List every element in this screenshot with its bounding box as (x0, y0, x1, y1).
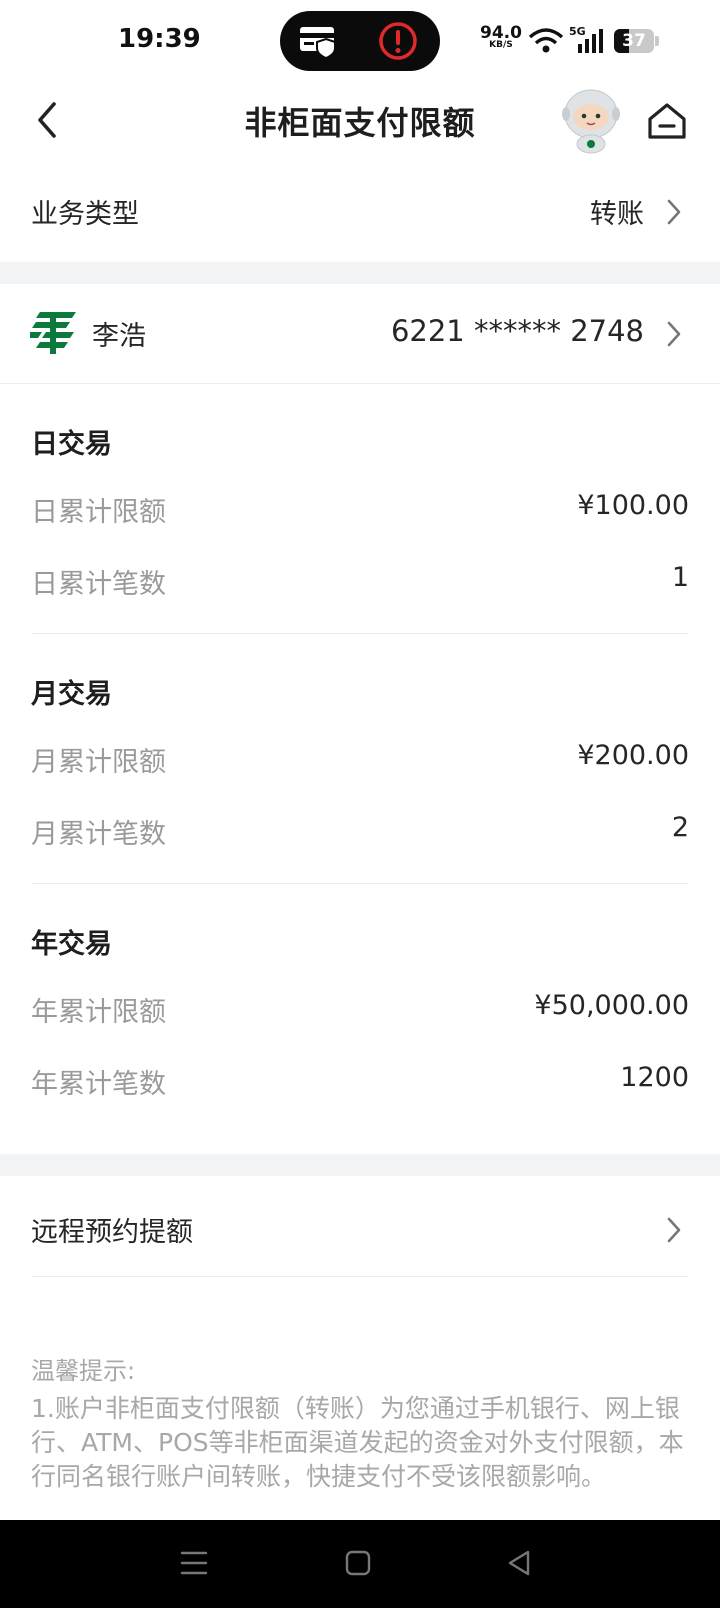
daily-limit-label: 日累计限额 (31, 497, 166, 528)
yearly-count-label: 年累计笔数 (31, 1069, 166, 1100)
business-type-label: 业务类型 (31, 199, 139, 230)
tips-title: 温馨提示: (31, 1357, 136, 1385)
remote-limit-increase-label: 远程预约提额 (31, 1217, 193, 1248)
status-bar: 19:39 94.0 KB/S 5G 37 (0, 0, 720, 82)
daily-limit-value: ¥100.00 (577, 490, 689, 521)
divider (0, 383, 720, 384)
yearly-count-value: 1200 (620, 1062, 689, 1093)
section-gap (0, 1154, 720, 1176)
monthly-count-label: 月累计笔数 (31, 819, 166, 850)
monthly-limit-value: ¥200.00 (577, 740, 689, 771)
yearly-section-title: 年交易 (31, 929, 112, 960)
signal-icon (578, 29, 603, 53)
monthly-limit-label: 月累计限额 (31, 747, 166, 778)
network-speed: 94.0 KB/S (480, 25, 522, 51)
section-gap (0, 262, 720, 284)
chevron-right-icon (667, 1217, 681, 1243)
yearly-limit-label: 年累计限额 (31, 997, 166, 1028)
tips-body: 1.账户非柜面支付限额（转账）为您通过手机银行、网上银行、ATM、POS等非柜面… (31, 1394, 684, 1491)
account-holder-name: 李浩 (92, 321, 146, 352)
wifi-icon (528, 28, 564, 53)
system-nav-bar (0, 1520, 720, 1608)
monthly-count-value: 2 (671, 812, 689, 843)
monthly-section-title: 月交易 (31, 679, 112, 710)
account-row[interactable]: 李浩 6221 ****** 2748 (0, 284, 720, 382)
yearly-limit-value: ¥50,000.00 (534, 990, 689, 1021)
battery-icon: 37 (614, 29, 654, 53)
daily-count-value: 1 (671, 562, 689, 593)
battery-level: 37 (622, 31, 646, 51)
square-icon[interactable] (345, 1550, 371, 1576)
divider (31, 883, 689, 884)
card-number: 6221 ****** 2748 (390, 314, 644, 348)
daily-count-label: 日累计笔数 (31, 569, 166, 600)
postal-bank-logo-icon (30, 312, 76, 354)
card-shield-icon (300, 27, 336, 59)
home-icon[interactable] (646, 100, 688, 142)
chevron-right-icon (667, 199, 681, 225)
chevron-right-icon (667, 321, 681, 347)
alert-icon (379, 22, 417, 60)
robot-mascot-icon[interactable] (556, 84, 626, 154)
dynamic-island[interactable] (280, 11, 440, 71)
business-type-row[interactable]: 业务类型 转账 (0, 170, 720, 256)
divider (31, 1276, 689, 1277)
menu-icon[interactable] (180, 1550, 208, 1576)
daily-section-title: 日交易 (31, 429, 112, 460)
remote-limit-increase-row[interactable]: 远程预约提额 (0, 1176, 720, 1276)
triangle-back-icon[interactable] (506, 1549, 532, 1577)
business-type-value: 转账 (590, 199, 644, 230)
status-time: 19:39 (118, 24, 201, 54)
battery-tip (655, 36, 659, 46)
divider (31, 633, 689, 634)
